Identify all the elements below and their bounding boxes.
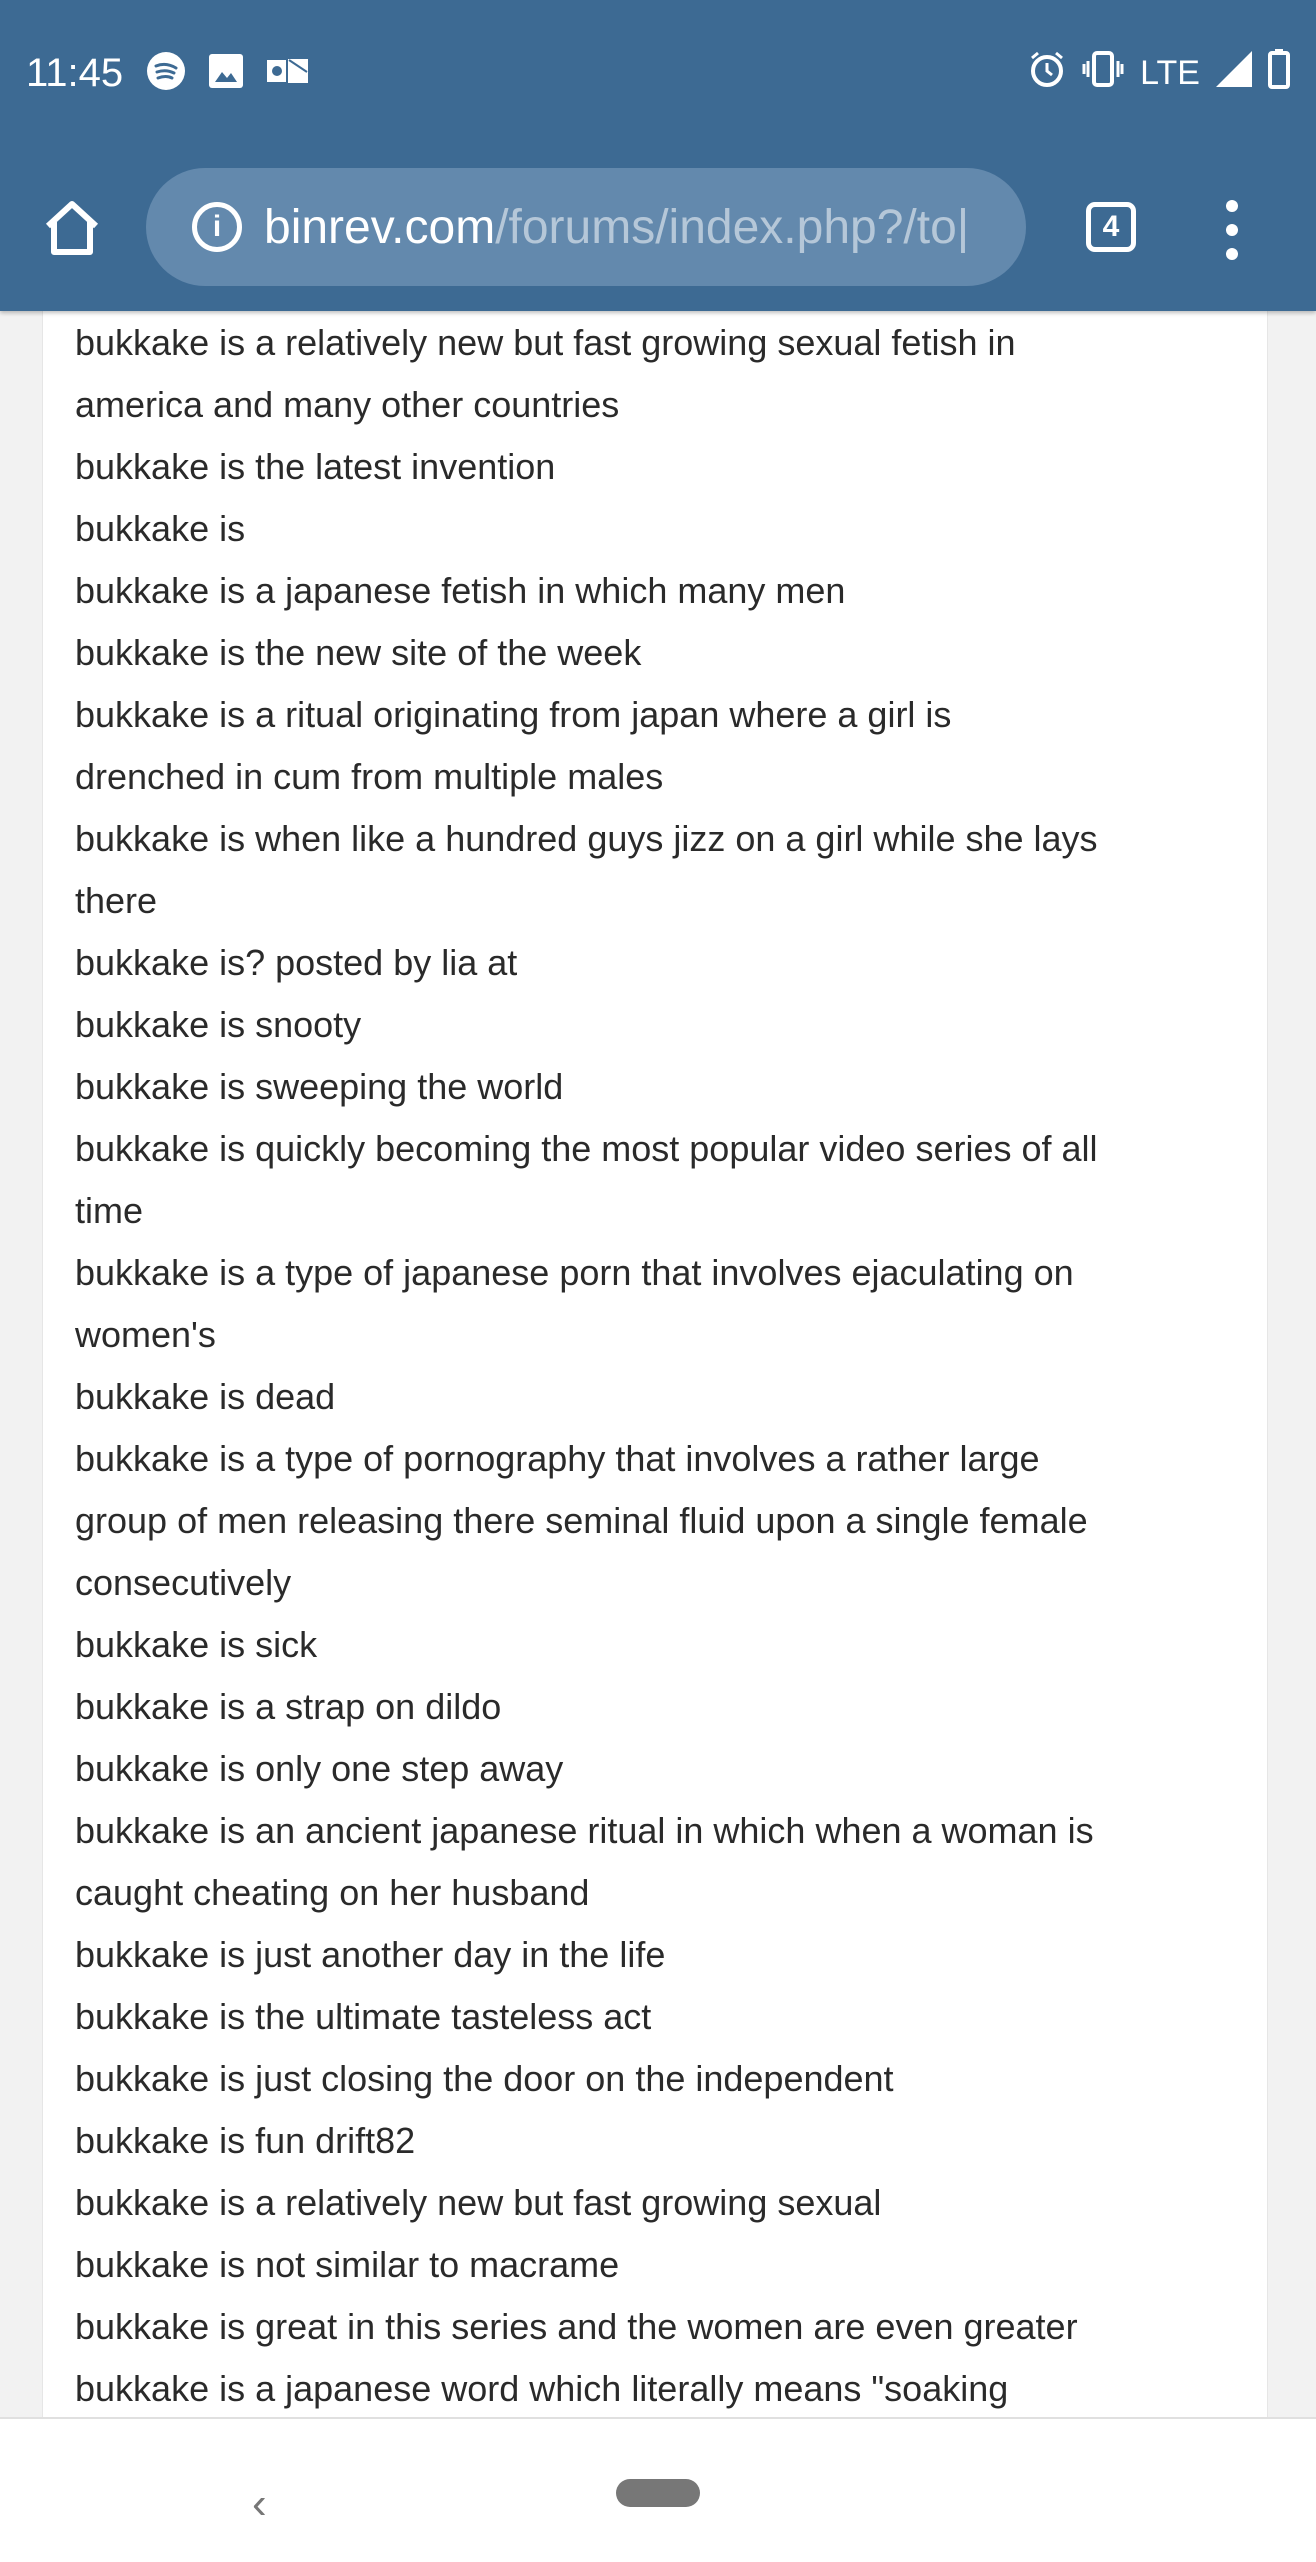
- overflow-menu-icon[interactable]: [1220, 200, 1244, 260]
- list-item-text: there: [75, 880, 158, 921]
- list-item: bukkake is fun drift82: [75, 2110, 1255, 2172]
- list-item: bukkake is not similar to macrame: [75, 2234, 1255, 2296]
- spotify-icon: [147, 51, 186, 95]
- list-item: bukkake is: [75, 498, 1255, 560]
- list-item-text: consecutively: [75, 1562, 292, 1603]
- list-item-text: bukkake is not similar to macrame: [75, 2244, 620, 2285]
- list-item: bukkake is a type of japanese porn that …: [75, 1242, 1255, 1366]
- status-bar: 11:45 LTE: [26, 46, 1290, 100]
- image-icon: [209, 53, 244, 93]
- url-bar[interactable]: i binrev.com/forums/index.php?/to|: [146, 168, 1026, 286]
- list-item: bukkake is a japanese fetish in which ma…: [75, 560, 1255, 622]
- battery-icon: [1268, 48, 1290, 98]
- post-content: bukkake is a relatively new but fast gro…: [75, 312, 1255, 2420]
- list-item: bukkake is the ultimate tasteless act: [75, 1986, 1255, 2048]
- list-item: bukkake is just closing the door on the …: [75, 2048, 1255, 2110]
- list-item: bukkake is the latest invention: [75, 436, 1255, 498]
- list-item-text: bukkake is the latest invention: [75, 446, 556, 487]
- list-item: bukkake is sweeping the world: [75, 1056, 1255, 1118]
- status-time: 11:45: [26, 50, 124, 95]
- list-item-text: bukkake is a relatively new but fast gro…: [75, 2182, 882, 2223]
- home-pill[interactable]: [616, 2479, 700, 2507]
- list-item-text: america and many other countries: [75, 384, 620, 425]
- list-item-text: bukkake is just closing the door on the …: [75, 2058, 894, 2099]
- list-item: bukkake is a relatively new but fast gro…: [75, 312, 1255, 436]
- alarm-icon: [1028, 50, 1066, 97]
- list-item: bukkake is a japanese word which literal…: [75, 2358, 1255, 2420]
- list-item: bukkake is a strap on dildo: [75, 1676, 1255, 1738]
- list-item-text: bukkake is a japanese word which literal…: [75, 2368, 1009, 2409]
- list-item-text: bukkake is sick: [75, 1624, 318, 1665]
- home-button[interactable]: [40, 196, 104, 260]
- list-item: bukkake is the new site of the week: [75, 622, 1255, 684]
- signal-icon: [1216, 50, 1252, 96]
- list-item: bukkake is great in this series and the …: [75, 2296, 1255, 2358]
- list-item-text: bukkake is a type of japanese porn that …: [75, 1252, 1074, 1293]
- browser-toolbar: 11:45 LTE i binrev.com/forums/index.php?…: [0, 0, 1316, 311]
- list-item: bukkake is? posted by lia at: [75, 932, 1255, 994]
- list-item-text: bukkake is sweeping the world: [75, 1066, 564, 1107]
- list-item-text: bukkake is an ancient japanese ritual in…: [75, 1810, 1094, 1851]
- list-item-text: bukkake is snooty: [75, 1004, 362, 1045]
- list-item-text: bukkake is a ritual originating from jap…: [75, 694, 952, 735]
- list-item-text: bukkake is quickly becoming the most pop…: [75, 1128, 1098, 1169]
- list-item-text: caught cheating on her husband: [75, 1872, 590, 1913]
- list-item: bukkake is a relatively new but fast gro…: [75, 2172, 1255, 2234]
- list-item-text: bukkake is only one step away: [75, 1748, 564, 1789]
- list-item: bukkake is quickly becoming the most pop…: [75, 1118, 1255, 1242]
- list-item-text: bukkake is? posted by lia at: [75, 942, 518, 983]
- list-item: bukkake is sick: [75, 1614, 1255, 1676]
- list-item-text: bukkake is a type of pornography that in…: [75, 1438, 1040, 1479]
- list-item-text: bukkake is a strap on dildo: [75, 1686, 502, 1727]
- list-item-text: bukkake is the ultimate tasteless act: [75, 1996, 652, 2037]
- list-item-text: bukkake is great in this series and the …: [75, 2306, 1078, 2347]
- list-item-text: bukkake is dead: [75, 1376, 336, 1417]
- list-item-text: bukkake is when like a hundred guys jizz…: [75, 818, 1098, 859]
- list-item-text: group of men releasing there seminal flu…: [75, 1500, 1088, 1541]
- list-item-text: time: [75, 1190, 144, 1231]
- list-item: bukkake is when like a hundred guys jizz…: [75, 808, 1255, 932]
- system-nav-bar: ‹: [0, 2417, 1316, 2562]
- list-item: bukkake is snooty: [75, 994, 1255, 1056]
- list-item: bukkake is just another day in the life: [75, 1924, 1255, 1986]
- list-item-text: bukkake is a japanese fetish in which ma…: [75, 570, 846, 611]
- tab-switcher-button[interactable]: 4: [1086, 202, 1136, 252]
- url-path: /forums/index.php?/to|: [495, 200, 970, 254]
- list-item-text: bukkake is a relatively new but fast gro…: [75, 322, 1016, 363]
- list-item-text: bukkake is fun drift82: [75, 2120, 416, 2161]
- vibrate-icon: [1082, 50, 1124, 96]
- list-item: bukkake is only one step away: [75, 1738, 1255, 1800]
- url-text[interactable]: binrev.com/forums/index.php?/to|: [264, 200, 969, 255]
- list-item-text: drenched in cum from multiple males: [75, 756, 664, 797]
- list-item: bukkake is a type of pornography that in…: [75, 1428, 1255, 1614]
- url-domain: binrev.com: [264, 200, 496, 254]
- list-item-text: bukkake is the new site of the week: [75, 632, 642, 673]
- list-item-text: bukkake is: [75, 508, 246, 549]
- list-item: bukkake is dead: [75, 1366, 1255, 1428]
- network-type: LTE: [1140, 53, 1200, 92]
- info-icon[interactable]: i: [192, 202, 242, 252]
- back-icon[interactable]: ‹: [252, 2479, 267, 2529]
- list-item: bukkake is an ancient japanese ritual in…: [75, 1800, 1255, 1924]
- list-item-text: women's: [75, 1314, 216, 1355]
- list-item-text: bukkake is just another day in the life: [75, 1934, 666, 1975]
- list-item: bukkake is a ritual originating from jap…: [75, 684, 1255, 808]
- outlook-icon: [267, 54, 311, 93]
